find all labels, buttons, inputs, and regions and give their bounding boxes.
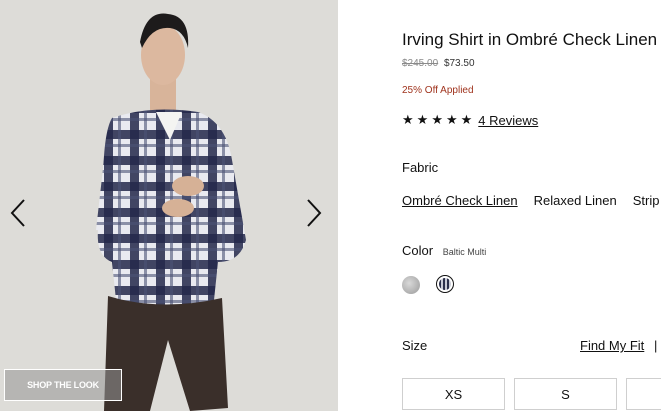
previous-image-button[interactable] — [4, 196, 32, 230]
product-title: Irving Shirt in Ombré Check Linen — [402, 30, 658, 49]
color-value: Baltic Multi — [442, 247, 487, 257]
discount-text: 25% Off Applied — [402, 85, 474, 96]
star-rating: ★ ★ ★ ★ ★ — [402, 112, 472, 128]
fabric-options: Ombré Check Linen Relaxed Linen Strip — [402, 193, 659, 208]
shop-the-look-button[interactable]: SHOP THE LOOK — [4, 369, 122, 401]
reviews-row: ★ ★ ★ ★ ★ 4 Reviews — [402, 112, 538, 128]
reviews-link[interactable]: 4 Reviews — [478, 113, 538, 128]
star-icon: ★ — [460, 112, 473, 127]
product-image-gallery: SHOP THE LOOK — [0, 0, 338, 411]
find-my-fit-link[interactable]: Find My Fit — [580, 338, 644, 353]
size-s-button[interactable]: S — [514, 378, 617, 410]
size-button-partial[interactable] — [626, 378, 661, 410]
chevron-left-icon — [10, 199, 25, 227]
size-label: Size — [402, 338, 428, 353]
star-icon: ★ — [431, 112, 443, 127]
fabric-label: Fabric — [402, 160, 439, 175]
fabric-option-ombre-check-linen[interactable]: Ombré Check Linen — [402, 193, 518, 208]
price-row: $245.00 $73.50 — [402, 58, 475, 69]
product-details: Irving Shirt in Ombré Check Linen $245.0… — [402, 0, 661, 411]
star-icon: ★ — [416, 112, 429, 127]
original-price: $245.00 — [402, 58, 439, 69]
next-image-button[interactable] — [300, 196, 328, 230]
star-icon: ★ — [402, 112, 414, 127]
fabric-option-relaxed-linen[interactable]: Relaxed Linen — [534, 193, 617, 208]
color-label: Color — [402, 243, 434, 258]
sale-price: $73.50 — [443, 58, 475, 69]
product-photo — [0, 0, 338, 411]
chevron-right-icon — [307, 199, 322, 227]
color-label-row: Color Baltic Multi — [402, 243, 486, 258]
size-xs-button[interactable]: XS — [402, 378, 505, 410]
star-icon: ★ — [445, 112, 458, 127]
baltic-multi-swatch[interactable] — [436, 275, 454, 293]
fabric-option-strip[interactable]: Strip — [633, 193, 660, 208]
grey-swatch[interactable] — [402, 276, 420, 294]
separator: | — [654, 338, 658, 353]
